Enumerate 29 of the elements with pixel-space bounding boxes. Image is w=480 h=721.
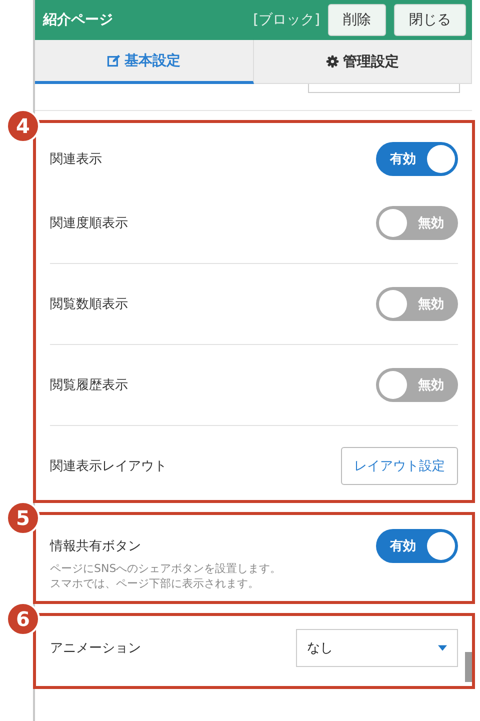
settings-icon xyxy=(326,55,339,68)
layout-settings-button[interactable]: レイアウト設定 xyxy=(341,447,458,485)
tab[interactable]: 基本設定 xyxy=(35,40,254,84)
panel-title: 紹介ページ xyxy=(43,11,114,29)
setting-label: 情報共有ボタン xyxy=(50,538,141,555)
setting-label: 関連度順表示 xyxy=(50,215,128,232)
edit-icon xyxy=(107,54,120,67)
setting-label: 閲覧数順表示 xyxy=(50,296,128,313)
header-button[interactable]: 閉じる xyxy=(394,4,466,36)
setting-label: 関連表示 xyxy=(50,151,102,168)
toggle-switch[interactable]: 無効 xyxy=(376,287,458,321)
header-button[interactable]: 削除 xyxy=(328,4,386,36)
select-field[interactable]: なし xyxy=(296,629,458,667)
toggle-switch[interactable]: 無効 xyxy=(376,206,458,240)
setting-label: 閲覧履歴表示 xyxy=(50,377,128,394)
toggle-switch[interactable]: 有効 xyxy=(376,142,458,176)
setting-label: アニメーション xyxy=(50,640,141,657)
step-badge: 6 xyxy=(6,602,40,636)
step-badge: 5 xyxy=(6,501,40,535)
block-type-label: [ブロック] xyxy=(253,11,320,29)
description-text: スマホでは、ページ下部に表示されます。 xyxy=(50,576,259,591)
setting-label: 関連表示レイアウト xyxy=(50,458,167,475)
tab[interactable]: 管理設定 xyxy=(254,40,472,84)
caret-icon xyxy=(438,645,447,651)
description-text: ページにSNSへのシェアボタンを設置します。 xyxy=(50,561,282,576)
scrollbar[interactable] xyxy=(465,652,472,682)
toggle-switch[interactable]: 有効 xyxy=(376,529,458,563)
step-badge: 4 xyxy=(6,109,40,143)
toggle-switch[interactable]: 無効 xyxy=(376,368,458,402)
